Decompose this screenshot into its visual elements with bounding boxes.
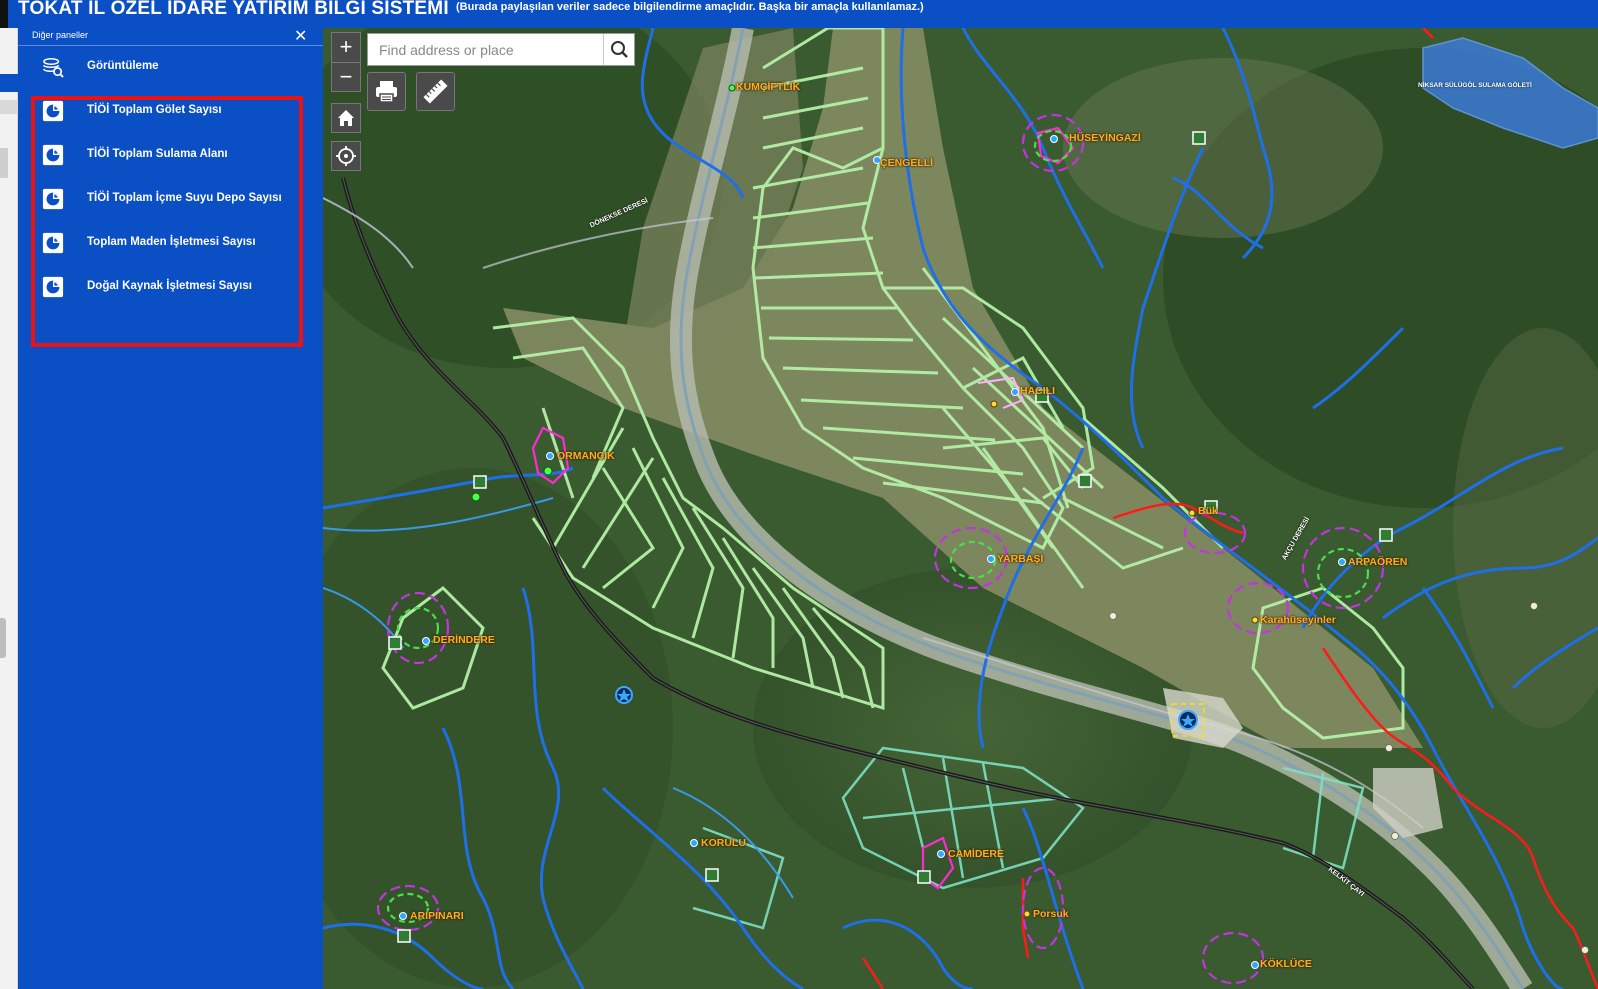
map-view[interactable]: KUMÇİFTLİK ÇENGELLİ HÜSEYİNGAZİ HACILI O… [323,28,1598,989]
home-button[interactable] [331,103,361,133]
print-button[interactable] [367,72,406,111]
printer-icon [376,81,397,103]
measure-button[interactable] [416,72,455,111]
side-tab[interactable] [0,100,18,114]
place-label: CAMİDERE [948,848,1005,860]
place-label: KUMÇİFTLİK [736,81,801,93]
place-label: YARBAŞI [997,553,1044,565]
satellite-basemap [323,28,1598,989]
app-header: TOKAT İL ÖZEL İDARE YATIRIM BİLGİ SİSTEM… [0,0,1598,28]
place-label: DERİNDERE [433,634,495,646]
zoom-in-button[interactable]: + [332,33,360,62]
logo [0,0,8,28]
side-tab-active[interactable] [0,74,18,92]
locate-button[interactable] [331,141,361,171]
place-label: ORMANCIK [557,450,615,462]
other-panels: Diğer paneller ✕ Görüntüleme TİÖİ Toplam… [18,28,323,989]
side-scroll-handle[interactable] [0,618,6,658]
place-label: HACILI [1020,385,1055,397]
place-label: Bük [1198,505,1218,517]
home-icon [338,110,354,126]
search-box [367,33,635,66]
place-label: ARIPINARI [410,910,464,922]
panel-item-goruntuleme[interactable]: Görüntüleme [18,48,318,88]
disclaimer-text: (Burada paylaşılan veriler sadece bilgil… [456,1,924,13]
place-label: KORULU [701,837,746,849]
place-label: ÇENGELLİ [880,157,934,169]
place-label: HÜSEYİNGAZİ [1069,132,1141,144]
panel-item-label: Görüntüleme [87,60,159,72]
red-highlight-annotation [31,96,303,347]
side-tab[interactable] [0,148,8,178]
divider [18,45,323,46]
search-input[interactable] [368,34,603,65]
search-icon [611,41,628,58]
collapsed-side-panel [0,28,18,989]
app-title: TOKAT İL ÖZEL İDARE YATIRIM BİLGİ SİSTEM… [18,0,449,19]
zoom-control: + − [331,32,361,92]
close-icon[interactable]: ✕ [294,29,307,45]
ruler-icon [423,79,448,104]
panel-title: Diğer paneller [32,30,89,40]
zoom-out-button[interactable]: − [332,63,360,92]
place-label: ARPAÖREN [1348,556,1408,568]
place-label: KÖKLÜCE [1260,958,1312,970]
search-button[interactable] [603,34,634,65]
water-label: NİKSAR SÜLÜGÖL SULAMA GÖLETİ [1418,82,1532,89]
locate-icon [336,146,356,166]
layers-view-icon [43,58,64,78]
place-label: Karahüseyinler [1260,614,1336,626]
place-label: Porsuk [1033,908,1069,920]
